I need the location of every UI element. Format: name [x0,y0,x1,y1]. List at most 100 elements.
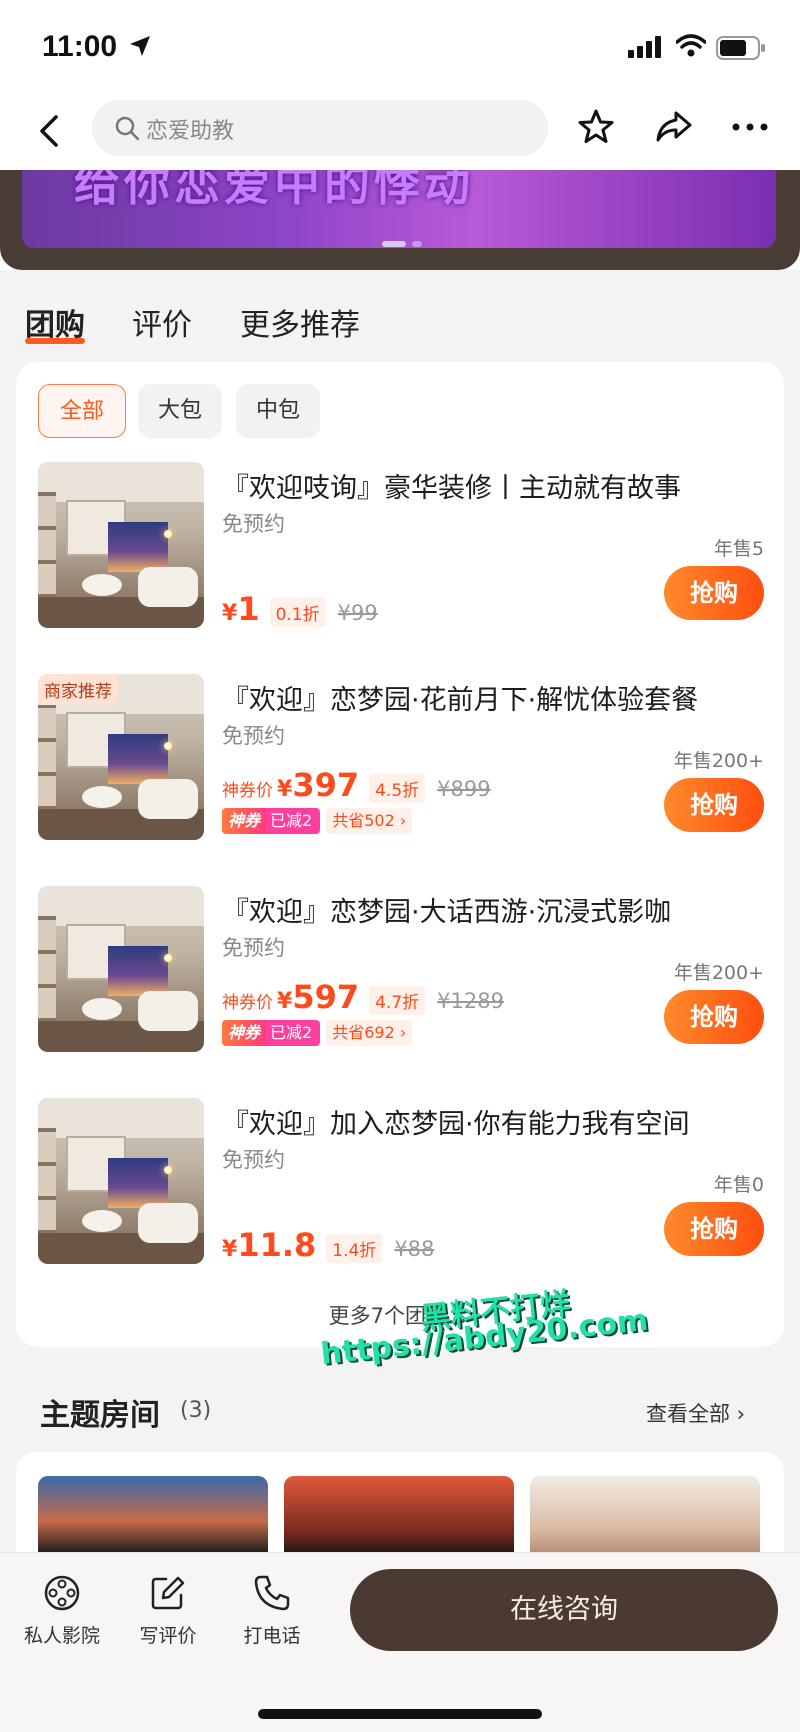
deal-price: 11.8 [237,1226,317,1264]
deal-thumbnail [38,462,204,628]
status-bar: 11:00 [0,0,800,95]
deal-price: 597 [292,978,360,1016]
deal-item[interactable]: 『欢迎』恋梦园·大话西游·沉浸式影咖 免预约 神券价 ¥597 4.7折 ¥1289 … [38,886,764,1056]
deal-price-row: ¥11.8 1.4折 ¥88 [222,1226,434,1266]
filter-large[interactable]: 大包 [138,384,222,438]
coupon-reduction: 已减2 [266,808,321,834]
call-button[interactable]: 打电话 [224,1573,320,1648]
deal-original-price: ¥99 [337,601,378,625]
deal-title: 『欢迎吱询』豪华装修丨主动就有故事 [222,473,681,504]
more-deals-link[interactable]: 更多7个团购 ⌄ [16,1300,784,1330]
phone-icon [254,1575,290,1611]
deal-title: 『欢迎』加入恋梦园·你有能力我有空间 [222,1109,690,1140]
view-all-link[interactable]: 查看全部 › [646,1398,745,1428]
deal-sold-count: 年售200+ [673,962,764,984]
tab-underline [25,338,85,344]
deal-original-price: ¥88 [394,1237,435,1261]
banner-section: 给你恋爱中的悸动 [0,170,800,270]
deal-price: 397 [292,766,360,804]
deal-discount: 1.4折 [326,1234,383,1263]
share-icon[interactable] [654,107,694,147]
theme-rooms-title: 主题房间 [40,1398,160,1433]
deal-sold-count: 年售0 [713,1174,764,1196]
currency-symbol: ¥ [277,989,293,1014]
buy-button[interactable]: 抢购 [664,990,764,1044]
filter-medium[interactable]: 中包 [236,384,320,438]
deal-price: 1 [237,590,260,628]
deal-sold-count: 年售200+ [673,750,764,772]
coupon-savings: 共省692 › [326,1020,413,1046]
home-indicator [258,1709,542,1719]
private-cinema-button[interactable]: 私人影院 [14,1573,110,1648]
coupon-row[interactable]: 神券 已减2 共省502 › [222,808,413,834]
back-icon[interactable] [30,111,70,151]
tab-more-recommend[interactable]: 更多推荐 [240,300,360,344]
deal-thumbnail [38,1098,204,1264]
deal-item[interactable]: 商家推荐 『欢迎』恋梦园·花前月下·解忧体验套餐 免预约 神券价 ¥397 4.5折… [38,674,764,844]
theme-rooms-count: (3) [180,1398,212,1423]
coupon-row[interactable]: 神券 已减2 共省692 › [222,1020,413,1046]
banner-dot [382,241,406,247]
status-time: 11:00 [42,30,118,63]
deal-original-price: ¥899 [437,777,491,801]
currency-symbol: ¥ [222,601,238,626]
deal-item[interactable]: 『欢迎吱询』豪华装修丨主动就有故事 免预约 ¥1 0.1折 ¥99 年售5 抢购 [38,462,764,632]
deal-thumbnail: 商家推荐 [38,674,204,840]
battery-icon [716,36,765,60]
price-label: 神券价 [222,993,273,1013]
edit-review-icon [151,1576,185,1610]
currency-symbol: ¥ [222,1237,238,1262]
deal-discount: 0.1折 [269,598,326,627]
online-consult-button[interactable]: 在线咨询 [350,1569,778,1651]
price-label: 神券价 [222,781,273,801]
deal-booking-note: 免预约 [222,724,285,748]
coupon-savings: 共省502 › [326,808,413,834]
filter-all[interactable]: 全部 [38,384,126,438]
coupon-tag: 神券 [222,808,267,834]
tab-reviews[interactable]: 评价 [132,300,192,344]
write-review-button[interactable]: 写评价 [120,1573,216,1648]
deal-title: 『欢迎』恋梦园·花前月下·解忧体验套餐 [222,685,699,716]
deal-original-price: ¥1289 [437,989,504,1013]
deal-price-row: 神券价 ¥597 4.7折 ¥1289 [222,978,504,1018]
search-placeholder: 恋爱助教 [146,119,235,144]
location-arrow-icon [130,36,150,56]
buy-button[interactable]: 抢购 [664,566,764,620]
merchant-recommend-tag: 商家推荐 [38,674,118,705]
banner-image[interactable]: 给你恋爱中的悸动 [22,170,776,248]
more-icon[interactable] [730,109,770,145]
film-reel-icon [44,1575,80,1611]
deal-title: 『欢迎』恋梦园·大话西游·沉浸式影咖 [222,897,672,928]
banner-background: 给你恋爱中的悸动 [0,170,800,270]
deal-discount: 4.7折 [369,986,426,1015]
buy-button[interactable]: 抢购 [664,1202,764,1256]
deal-booking-note: 免预约 [222,1148,285,1172]
bottom-action-bar: 私人影院 写评价 打电话 在线咨询 [0,1552,800,1732]
deal-thumbnail [38,886,204,1052]
coupon-reduction: 已减2 [266,1020,321,1046]
deals-card: 全部 大包 中包 『欢迎吱询』豪华装修丨主动就有故事 免预约 ¥1 0.1折 ¥99… [16,362,784,1347]
deal-price-row: ¥1 0.1折 ¥99 [222,590,378,630]
nav-bar: 恋爱助教 [0,95,800,170]
search-input[interactable]: 恋爱助教 [92,100,548,156]
banner-pagination [382,232,428,248]
wifi-icon [676,34,706,57]
write-review-label: 写评价 [139,1625,197,1647]
banner-text: 给你恋爱中的悸动 [74,170,474,211]
deal-sold-count: 年售5 [713,538,764,560]
tab-bar: 团购 评价 更多推荐 [0,270,800,360]
deal-discount: 4.5折 [369,774,426,803]
buy-button[interactable]: 抢购 [664,778,764,832]
deal-booking-note: 免预约 [222,936,285,960]
search-icon [115,116,140,141]
private-cinema-label: 私人影院 [23,1625,100,1647]
banner-dot [412,241,422,247]
deal-price-row: 神券价 ¥397 4.5折 ¥899 [222,766,491,806]
call-label: 打电话 [243,1625,301,1647]
signal-icon [628,36,661,58]
currency-symbol: ¥ [277,777,293,802]
deal-item[interactable]: 『欢迎』加入恋梦园·你有能力我有空间 免预约 ¥11.8 1.4折 ¥88 年售0 … [38,1098,764,1268]
star-icon[interactable] [576,107,616,147]
deal-booking-note: 免预约 [222,512,285,536]
coupon-tag: 神券 [222,1020,267,1046]
